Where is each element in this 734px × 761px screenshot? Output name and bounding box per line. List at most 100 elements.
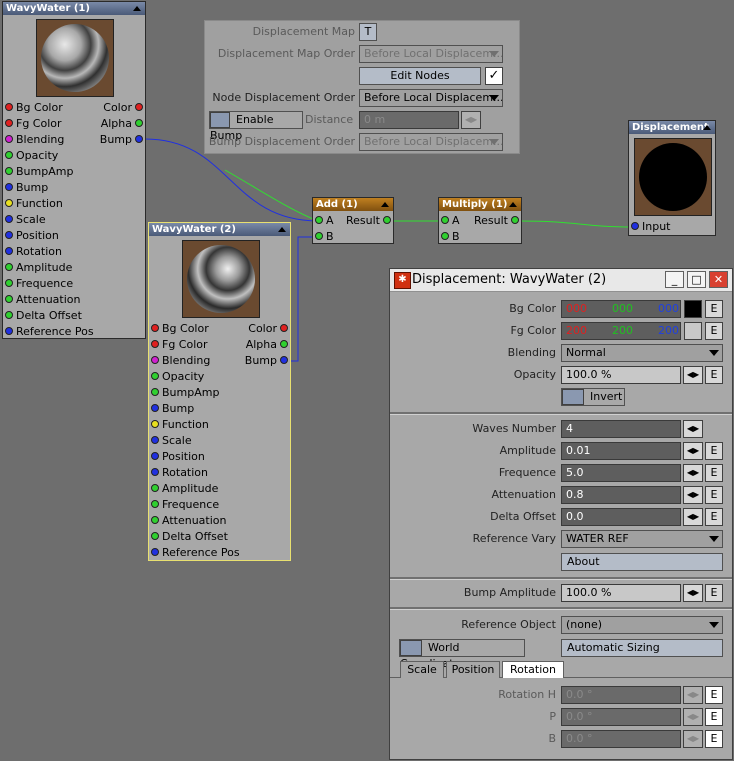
delta-offset-spinner[interactable]: ◀▶ [683,508,703,526]
output-port[interactable]: Color [103,100,143,116]
opacity-spinner[interactable]: ◀▶ [683,366,703,384]
rotation-b-field[interactable]: 0.0 ° [561,730,681,748]
waves-number-field[interactable]: 4 [561,420,681,438]
bump-displacement-order-dropdown[interactable]: Before Local Displacem... [359,133,503,151]
input-port[interactable]: Bg Color [5,100,63,116]
tab-rotation[interactable]: Rotation [502,661,564,678]
collapse-icon[interactable] [509,202,517,207]
input-port[interactable]: Rotation [151,465,208,481]
node-multiply-1[interactable]: Multiply (1) A Result B [438,197,522,244]
input-port[interactable]: Reference Pos [5,324,94,340]
rotation-h-field[interactable]: 0.0 ° [561,686,681,704]
minimize-button[interactable]: _ [665,271,684,288]
rotation-b-spinner[interactable]: ◀▶ [683,730,703,748]
input-port[interactable]: Opacity [5,148,58,164]
attenuation-spinner[interactable]: ◀▶ [683,486,703,504]
input-port[interactable]: Attenuation [151,513,226,529]
reference-object-dropdown[interactable]: (none) [561,616,723,634]
node-displacement[interactable]: Displacement Input [628,120,716,236]
output-port[interactable]: Alpha [246,337,288,353]
bg-color-swatch[interactable] [684,300,702,318]
output-port[interactable]: Alpha [101,116,143,132]
input-port[interactable]: Attenuation [5,292,80,308]
edit-nodes-checkbox[interactable]: ✓ [485,67,503,85]
output-port[interactable]: Bump [245,353,288,369]
input-port-input[interactable]: Input [631,219,670,235]
input-port[interactable]: Blending [151,353,210,369]
input-port-b[interactable]: B [315,229,334,245]
displacement-map-order-dropdown[interactable]: Before Local Displacem... [359,45,503,63]
output-port[interactable]: Bump [100,132,143,148]
input-port[interactable]: BumpAmp [151,385,219,401]
rotation-p-field[interactable]: 0.0 ° [561,708,681,726]
displacement-map-texture-button[interactable]: T [359,23,377,41]
tab-position[interactable]: Position [446,661,500,678]
delta-offset-field[interactable]: 0.0 [561,508,681,526]
collapse-icon[interactable] [133,6,141,11]
input-port[interactable]: Delta Offset [5,308,82,324]
automatic-sizing-button[interactable]: Automatic Sizing [561,639,723,657]
input-port[interactable]: Frequence [151,497,219,513]
rotation-p-envelope-button[interactable]: E [705,708,723,726]
fg-color-envelope-button[interactable]: E [705,322,723,340]
bg-color-envelope-button[interactable]: E [705,300,723,318]
frequence-envelope-button[interactable]: E [705,464,723,482]
input-port[interactable]: Bump [5,180,48,196]
amplitude-field[interactable]: 0.01 [561,442,681,460]
input-port[interactable]: BumpAmp [5,164,73,180]
bump-amplitude-spinner[interactable]: ◀▶ [683,584,703,602]
rotation-h-envelope-button[interactable]: E [705,686,723,704]
input-port[interactable]: Function [151,417,209,433]
collapse-icon[interactable] [278,227,286,232]
bg-color-field[interactable]: 000 000 000 [561,300,681,318]
rotation-b-envelope-button[interactable]: E [705,730,723,748]
maximize-button[interactable]: □ [687,271,706,288]
distance-spinner[interactable]: ◀▶ [461,111,481,129]
input-port[interactable]: Frequence [5,276,73,292]
node-title-bar[interactable]: WavyWater (1) [3,2,145,15]
input-port[interactable]: Amplitude [5,260,72,276]
input-port[interactable]: Scale [151,433,192,449]
node-add-1[interactable]: Add (1) A Result B [312,197,394,244]
input-port[interactable]: Rotation [5,244,62,260]
input-port[interactable]: Amplitude [151,481,218,497]
input-port[interactable]: Position [151,449,205,465]
node-wavywater-1[interactable]: WavyWater (1) Bg Color Fg Color Blending Op… [2,1,146,339]
input-port[interactable]: Fg Color [151,337,208,353]
input-port-a[interactable]: A [315,213,334,229]
about-button[interactable]: About [561,553,723,571]
rotation-p-spinner[interactable]: ◀▶ [683,708,703,726]
delta-offset-envelope-button[interactable]: E [705,508,723,526]
input-port[interactable]: Blending [5,132,64,148]
opacity-envelope-button[interactable]: E [705,366,723,384]
input-port[interactable]: Fg Color [5,116,62,132]
output-port-result[interactable]: Result [474,213,519,229]
window-title-bar[interactable]: ✱ Displacement: WavyWater (2) _ □ ✕ [390,269,732,292]
output-port[interactable]: Color [248,321,288,337]
input-port-b[interactable]: B [441,229,460,245]
input-port[interactable]: Position [5,228,59,244]
collapse-icon[interactable] [381,202,389,207]
node-title-bar[interactable]: Add (1) [313,198,393,211]
bump-amplitude-envelope-button[interactable]: E [705,584,723,602]
input-port-a[interactable]: A [441,213,460,229]
blending-dropdown[interactable]: Normal [561,344,723,362]
close-button[interactable]: ✕ [709,271,728,288]
node-wavywater-2[interactable]: WavyWater (2) Bg Color Fg Color Blending Op… [148,222,291,561]
tab-scale[interactable]: Scale [400,661,444,678]
fg-color-swatch[interactable] [684,322,702,340]
invert-toggle[interactable]: Invert [561,388,625,406]
enable-bump-toggle[interactable]: Enable Bump [209,111,303,142]
reference-vary-dropdown[interactable]: WATER REF [561,530,723,548]
amplitude-spinner[interactable]: ◀▶ [683,442,703,460]
bump-amplitude-field[interactable]: 100.0 % [561,584,681,602]
node-title-bar[interactable]: WavyWater (2) [149,223,290,236]
collapse-icon[interactable] [703,125,711,130]
attenuation-field[interactable]: 0.8 [561,486,681,504]
frequence-field[interactable]: 5.0 [561,464,681,482]
amplitude-envelope-button[interactable]: E [705,442,723,460]
input-port[interactable]: Delta Offset [151,529,228,545]
input-port[interactable]: Scale [5,212,46,228]
frequence-spinner[interactable]: ◀▶ [683,464,703,482]
opacity-field[interactable]: 100.0 % [561,366,681,384]
